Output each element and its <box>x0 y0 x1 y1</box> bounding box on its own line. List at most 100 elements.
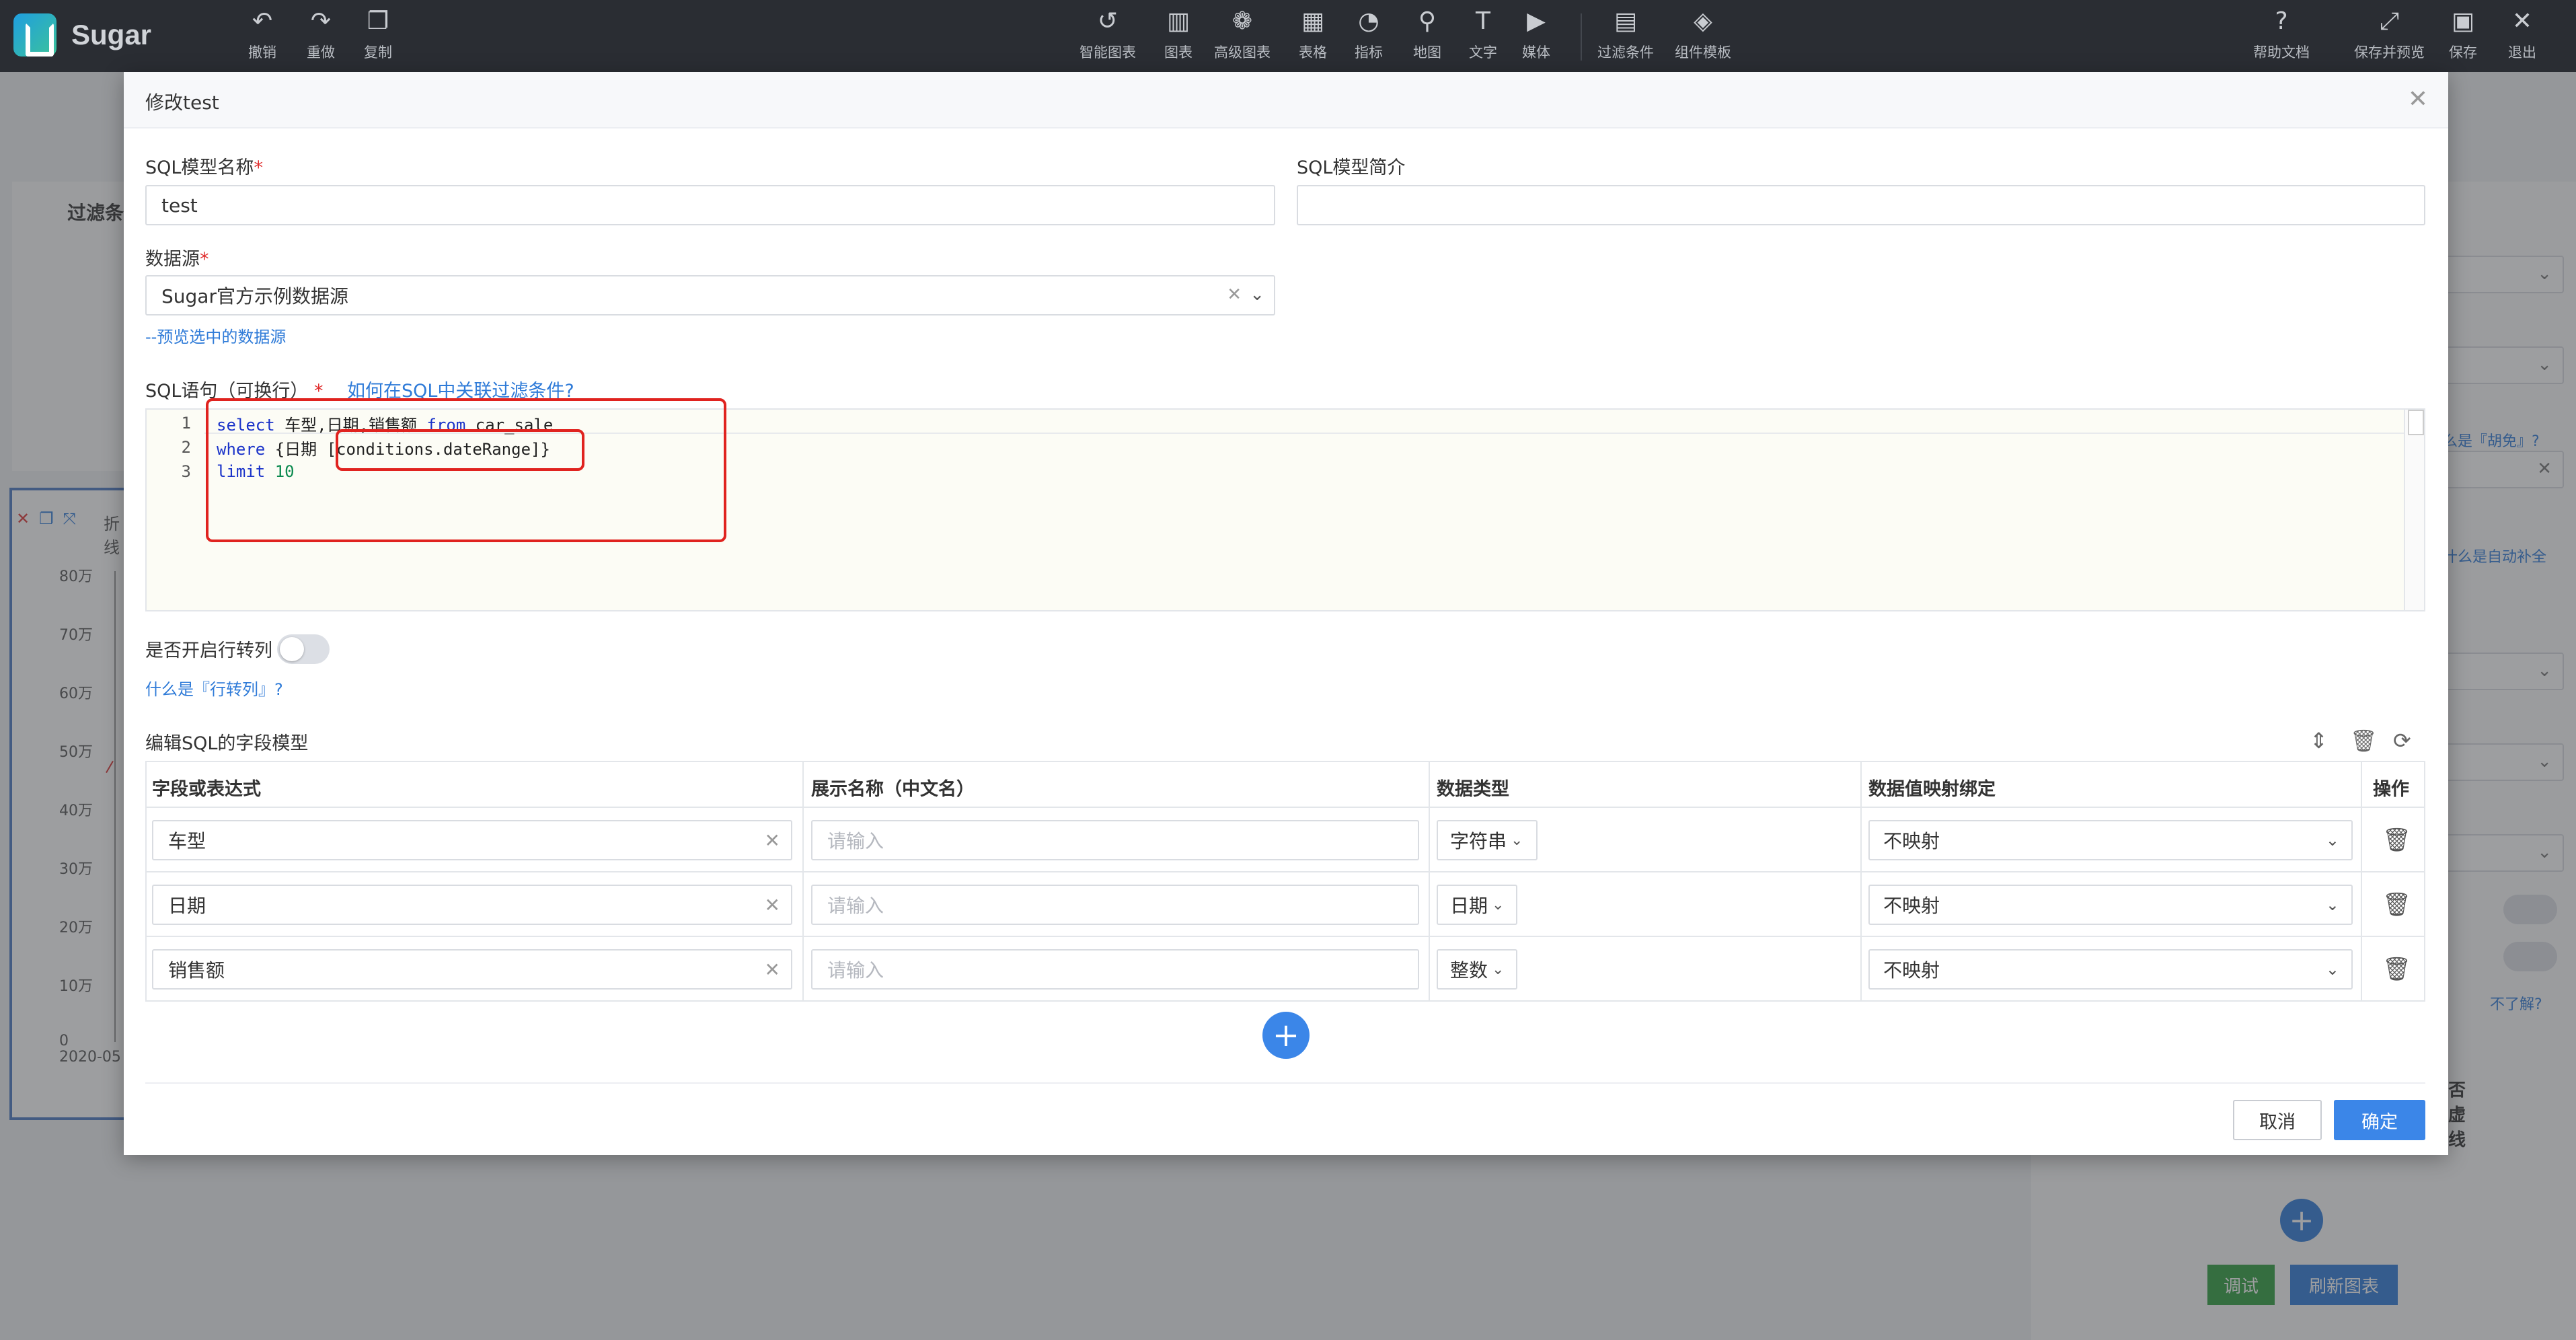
help-label: 帮助文档 <box>2253 44 2310 61</box>
data-type-select[interactable]: 整数 ⌄ <box>1437 949 1517 990</box>
media-icon: ▶ <box>1527 7 1546 35</box>
smart-chart-icon: ↺ <box>1097 7 1119 35</box>
trash-icon[interactable]: 🗑 <box>2350 728 2378 753</box>
sort-icon[interactable]: ⇕ <box>2310 728 2328 753</box>
value-mapping-select[interactable]: 不映射 ⌄ <box>1868 885 2353 925</box>
dialog-header: 修改test ✕ <box>124 72 2448 128</box>
copy-label: 复制 <box>364 44 392 61</box>
table-border <box>2424 761 2425 1002</box>
logo-text: Sugar <box>71 19 152 50</box>
table-row: 销售额 ✕ 请输入 整数 ⌄ 不映射 ⌄ 🗑 <box>145 937 2425 1002</box>
map-button[interactable]: ⚲ 地图 <box>1412 7 1442 67</box>
cancel-button[interactable]: 取消 <box>2233 1100 2322 1140</box>
exit-button[interactable]: ✕ 退出 <box>2507 7 2537 67</box>
value-mapping-select[interactable]: 不映射 ⌄ <box>1868 949 2353 990</box>
value-mapping-value: 不映射 <box>1883 959 1940 981</box>
field-expression-input[interactable]: 销售额 ✕ <box>152 949 792 990</box>
add-field-button[interactable]: + <box>1262 1012 1310 1059</box>
chart-button[interactable]: ▥ 图表 <box>1164 7 1193 67</box>
save-label: 保存 <box>2449 44 2477 61</box>
clear-icon[interactable]: ✕ <box>765 894 780 916</box>
text-button[interactable]: T 文字 <box>1468 7 1498 67</box>
datasource-select[interactable]: Sugar官方示例数据源 ✕ ⌄ <box>145 275 1275 315</box>
clear-icon[interactable]: ✕ <box>765 829 780 852</box>
save-icon: ▣ <box>2451 7 2474 35</box>
copy-icon: ❐ <box>367 7 389 35</box>
dialog-title: 修改test <box>145 91 219 114</box>
smart-chart-button[interactable]: ↺ 智能图表 <box>1079 7 1136 67</box>
undo-button[interactable]: ↶ 撤销 <box>248 7 277 67</box>
sql-name-label: SQL模型名称* <box>145 157 263 178</box>
filter-label: 过滤条件 <box>1597 44 1654 61</box>
clear-icon[interactable]: ✕ <box>765 959 780 981</box>
help-button[interactable]: ? 帮助文档 <box>2253 7 2310 67</box>
display-name-input[interactable]: 请输入 <box>811 949 1419 990</box>
sql-name-input[interactable]: test <box>145 185 1275 225</box>
field-model-label: 编辑SQL的字段模型 <box>145 733 309 754</box>
redo-icon: ↷ <box>310 7 332 35</box>
metric-label: 指标 <box>1355 44 1383 61</box>
data-type-value: 日期 <box>1450 895 1488 917</box>
refresh-icon[interactable]: ⟳ <box>2393 728 2411 753</box>
display-name-input[interactable]: 请输入 <box>811 820 1419 860</box>
top-toolbar: Sugar ↶ 撤销 ↷ 重做 ❐ 复制 ↺ 智能图表 ▥ 图表 ❁ 高级图表 ▦ 表格 ◔ 指标 ⚲ 地图 T 文… <box>0 0 2576 72</box>
confirm-button[interactable]: 确定 <box>2334 1100 2425 1140</box>
table-divider <box>1860 761 1862 1002</box>
data-type-select[interactable]: 日期 ⌄ <box>1437 885 1517 925</box>
table-divider <box>802 761 804 1002</box>
exit-icon: ✕ <box>2511 7 2533 35</box>
metric-icon: ◔ <box>1358 7 1379 35</box>
table-row: 日期 ✕ 请输入 日期 ⌄ 不映射 ⌄ 🗑 <box>145 872 2425 937</box>
header-display-name: 展示名称（中文名） <box>811 779 975 800</box>
redo-label: 重做 <box>307 44 335 61</box>
save-preview-button[interactable]: ⤢ 保存并预览 <box>2354 7 2425 67</box>
value-mapping-value: 不映射 <box>1883 830 1940 852</box>
field-expression-input[interactable]: 日期 ✕ <box>152 885 792 925</box>
component-template-button[interactable]: ◈ 组件模板 <box>1675 7 1731 67</box>
text-label: 文字 <box>1469 44 1497 61</box>
advanced-chart-label: 高级图表 <box>1214 44 1271 61</box>
chevron-down-icon: ⌄ <box>1492 896 1505 914</box>
copy-button[interactable]: ❐ 复制 <box>363 7 393 67</box>
redo-button[interactable]: ↷ 重做 <box>306 7 336 67</box>
chevron-down-icon: ⌄ <box>1511 831 1523 849</box>
smart-chart-label: 智能图表 <box>1079 44 1136 61</box>
metric-button[interactable]: ◔ 指标 <box>1354 7 1384 67</box>
value-mapping-select[interactable]: 不映射 ⌄ <box>1868 820 2353 860</box>
table-row: 车型 ✕ 请输入 字符串 ⌄ 不映射 ⌄ 🗑 <box>145 808 2425 872</box>
preview-datasource-link[interactable]: --预览选中的数据源 <box>145 324 286 347</box>
chevron-down-icon: ⌄ <box>2325 960 2339 979</box>
filter-button[interactable]: ▤ 过滤条件 <box>1597 7 1654 67</box>
display-name-placeholder: 请输入 <box>827 830 884 852</box>
logo-icon <box>13 13 56 57</box>
field-expression-value: 日期 <box>168 895 206 917</box>
display-name-placeholder: 请输入 <box>827 895 884 917</box>
field-expression-input[interactable]: 车型 ✕ <box>152 820 792 860</box>
chevron-down-icon[interactable]: ⌄ <box>1250 285 1264 305</box>
media-button[interactable]: ▶ 媒体 <box>1521 7 1551 67</box>
chart-label: 图表 <box>1164 44 1192 61</box>
clear-icon[interactable]: ✕ <box>1227 285 1242 305</box>
editor-scrollbar[interactable] <box>2404 410 2424 610</box>
row-to-column-help-link[interactable]: 什么是『行转列』? <box>145 676 283 700</box>
advanced-chart-button[interactable]: ❁ 高级图表 <box>1214 7 1271 67</box>
media-label: 媒体 <box>1522 44 1550 61</box>
close-icon[interactable]: ✕ <box>2408 85 2428 113</box>
delete-row-icon[interactable]: 🗑 <box>2382 827 2411 854</box>
table-button[interactable]: ▦ 表格 <box>1298 7 1328 67</box>
table-icon: ▦ <box>1301 7 1324 35</box>
filter-icon: ▤ <box>1614 7 1637 35</box>
delete-row-icon[interactable]: 🗑 <box>2382 891 2411 918</box>
data-type-select[interactable]: 字符串 ⌄ <box>1437 820 1538 860</box>
save-preview-label: 保存并预览 <box>2354 44 2425 61</box>
row-to-column-toggle[interactable] <box>277 634 330 664</box>
table-header: 字段或表达式 展示名称（中文名） 数据类型 数据值映射绑定 操作 <box>145 761 2425 808</box>
delete-row-icon[interactable]: 🗑 <box>2382 956 2411 983</box>
header-operation: 操作 <box>2373 779 2409 800</box>
sql-desc-input[interactable] <box>1297 185 2425 225</box>
save-button[interactable]: ▣ 保存 <box>2448 7 2478 67</box>
header-data-type: 数据类型 <box>1437 779 1509 800</box>
display-name-input[interactable]: 请输入 <box>811 885 1419 925</box>
display-name-placeholder: 请输入 <box>827 959 884 981</box>
advanced-chart-icon: ❁ <box>1232 7 1253 35</box>
